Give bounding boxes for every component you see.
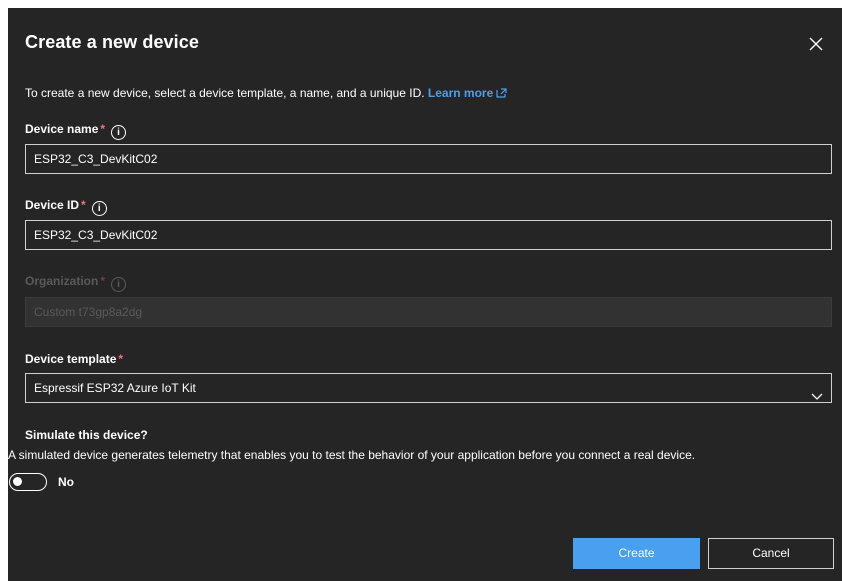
simulate-toggle-label: No <box>58 475 74 489</box>
device-id-label-text: Device ID <box>25 198 80 212</box>
organization-input: Custom t73gp8a2dg <box>25 297 832 327</box>
info-icon[interactable]: i <box>111 125 127 140</box>
info-icon[interactable]: i <box>91 201 107 216</box>
dialog-title: Create a new device <box>25 32 199 52</box>
device-id-input[interactable]: ESP32_C3_DevKitC02 <box>25 220 832 250</box>
intro-description: To create a new device, select a device … <box>25 86 425 100</box>
required-marker: * <box>100 274 106 288</box>
device-template-value: Espressif ESP32 Azure IoT Kit <box>34 381 196 395</box>
device-template-label: Device template * <box>25 352 123 366</box>
external-link-icon <box>496 87 507 101</box>
create-device-dialog: Create a new device To create a new devi… <box>8 8 842 581</box>
close-icon[interactable] <box>806 34 826 54</box>
device-name-label-text: Device name <box>25 122 99 136</box>
organization-label: Organization * i <box>25 274 127 292</box>
device-name-input[interactable]: ESP32_C3_DevKitC02 <box>25 144 832 174</box>
simulate-title: Simulate this device? <box>25 428 148 442</box>
required-marker: * <box>118 352 124 366</box>
cancel-button[interactable]: Cancel <box>708 538 834 569</box>
create-button[interactable]: Create <box>573 538 700 569</box>
organization-label-text: Organization <box>25 274 99 288</box>
required-marker: * <box>81 198 86 212</box>
learn-more-label: Learn more <box>427 86 494 100</box>
required-marker: * <box>100 122 106 136</box>
toggle-knob <box>13 477 22 486</box>
info-icon: i <box>111 277 127 292</box>
simulate-toggle[interactable] <box>9 473 47 491</box>
intro-text: To create a new device, select a device … <box>25 86 507 101</box>
device-name-label: Device name * i <box>25 122 127 140</box>
device-template-select[interactable]: Espressif ESP32 Azure IoT Kit <box>25 373 832 403</box>
learn-more-link[interactable]: Learn more <box>428 86 507 100</box>
device-template-label-text: Device template <box>25 352 117 366</box>
device-id-label: Device ID * i <box>25 198 107 216</box>
chevron-down-icon <box>811 383 823 411</box>
simulate-description: A simulated device generates telemetry t… <box>8 448 696 462</box>
